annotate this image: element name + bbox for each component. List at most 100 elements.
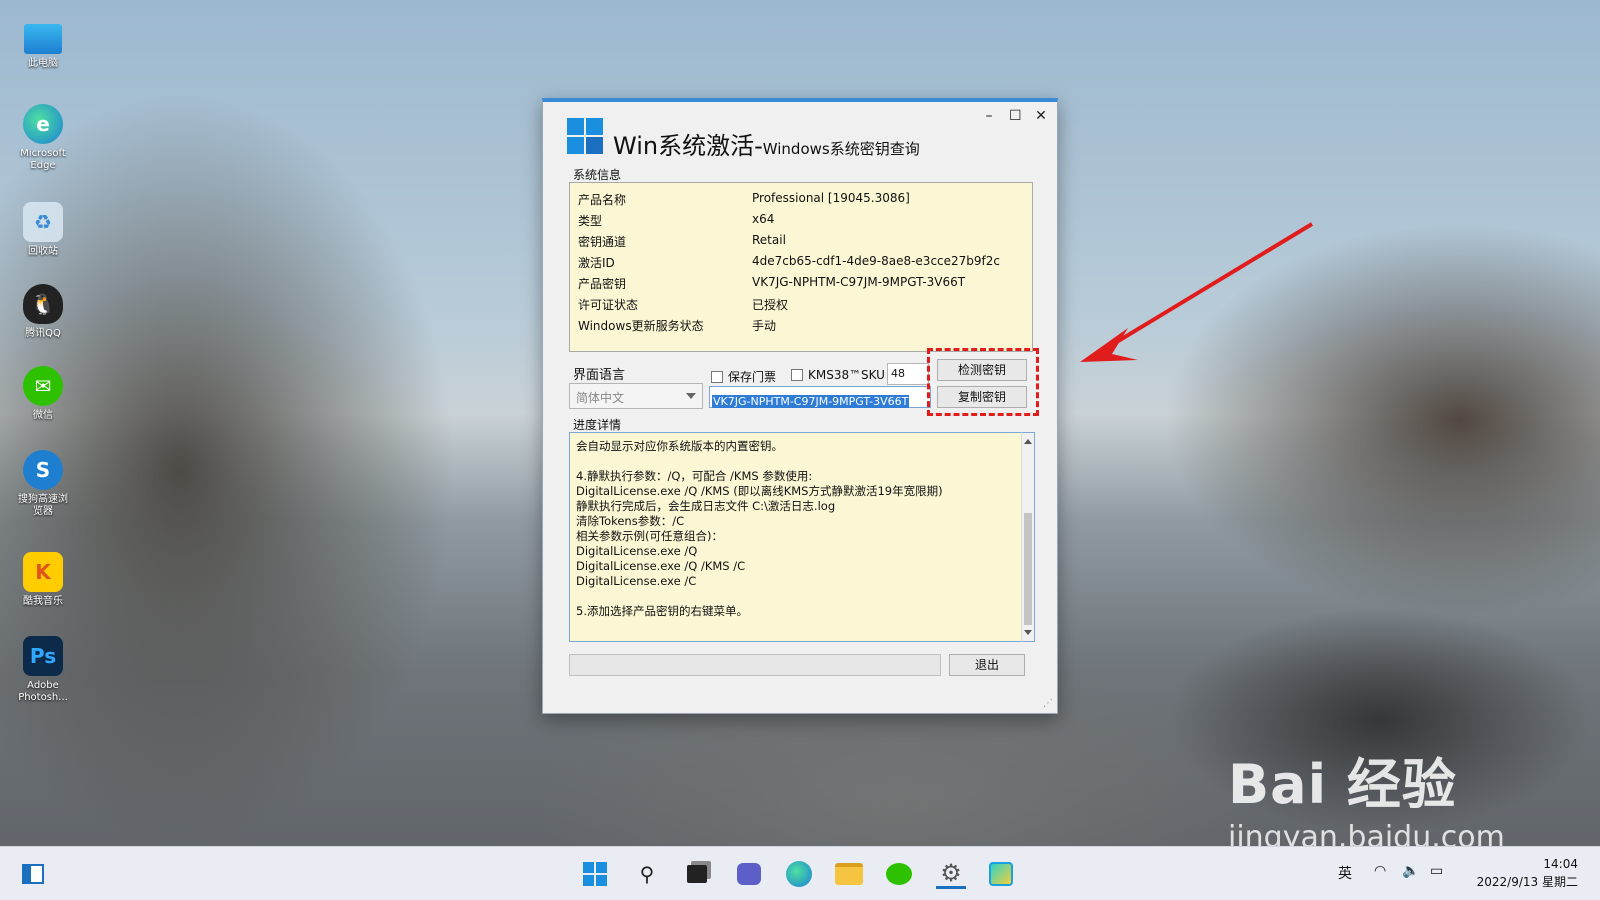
volume-icon[interactable]: 🔈 <box>1402 863 1419 879</box>
keep-ticket-checkbox[interactable]: 保存门票 <box>711 368 776 385</box>
file-explorer-icon[interactable] <box>834 859 864 889</box>
red-dashed-highlight <box>927 348 1039 416</box>
info-row: 产品密钥 VK7JG-NPHTM-C97JM-9MPGT-3V66T <box>578 275 965 292</box>
checkbox-box <box>711 370 723 383</box>
red-arrow-annotation <box>1080 222 1314 362</box>
monitor-icon <box>24 24 62 54</box>
language-select[interactable]: 简体中文 <box>569 383 703 409</box>
keep-ticket-label: 保存门票 <box>728 370 777 384</box>
desktop-icon-label: 搜狗高速浏览器 <box>18 494 68 517</box>
details-line: 4.静默执行参数：/Q，可配合 /KMS 参数使用: <box>576 469 813 483</box>
desktop-icon-label: Adobe Photosh... <box>18 680 68 703</box>
kms38-label: KMS38™ <box>808 368 862 382</box>
desktop-icon-label: 酷我音乐 <box>23 596 63 607</box>
language-label: 界面语言 <box>573 368 626 383</box>
details-line: 清除Tokens参数：/C <box>576 514 685 528</box>
taskbar: ⚲ ⚙ 英 ◠ 🔈 ▭ 14:04 2022/9/13 星期二 <box>0 846 1600 900</box>
info-key: 类型 <box>578 214 603 228</box>
info-value: 4de7cb65-cdf1-4de9-8ae8-e3cce27b9f2c <box>752 254 1000 268</box>
clock-date: 2022/9/13 星期二 <box>1476 875 1578 889</box>
system-info-label: 系统信息 <box>573 168 622 182</box>
task-view-icon[interactable] <box>682 859 712 889</box>
progress-bar <box>569 654 941 676</box>
start-icon[interactable] <box>580 859 610 889</box>
sku-input[interactable]: 48 <box>887 363 929 385</box>
window-controls: – ☐ ✕ <box>983 108 1047 124</box>
desktop-icon-label: 腾讯QQ <box>25 328 61 339</box>
sku-label: SKU <box>861 368 885 382</box>
desktop-icon-wechat[interactable]: ✉ 微信 <box>14 366 72 422</box>
details-scrollbar[interactable] <box>1021 432 1035 642</box>
desktop-icon-label: 回收站 <box>28 246 58 257</box>
clock-time: 14:04 <box>1543 857 1578 871</box>
desktop-icon-sogou[interactable]: S 搜狗高速浏览器 <box>14 450 72 518</box>
windows-logo-icon <box>567 118 603 154</box>
activation-window: – ☐ ✕ Win系统激活-Windows系统密钥查询 系统信息 产品名称 Pro… <box>542 98 1058 714</box>
scroll-down-arrow-icon[interactable] <box>1024 630 1032 635</box>
wechat-icon: ✉ <box>23 366 63 406</box>
details-line: 静默执行完成后，会生成日志文件 C:\激活日志.log <box>576 499 836 513</box>
recycle-bin-icon: ♻ <box>23 202 63 242</box>
info-row: 激活ID 4de7cb65-cdf1-4de9-8ae8-e3cce27b9f2c <box>578 254 1000 271</box>
chevron-down-icon <box>686 393 696 399</box>
details-line: DigitalLicense.exe /Q /KMS /C <box>576 559 746 573</box>
details-line: 会自动显示对应你系统版本的内置密钥。 <box>576 439 783 453</box>
settings-icon[interactable]: ⚙ <box>936 859 966 889</box>
details-line <box>576 454 1015 469</box>
desktop-icon-kuwo[interactable]: K 酷我音乐 <box>14 552 72 608</box>
details-label: 进度详情 <box>573 418 622 432</box>
info-value: 已授权 <box>752 298 789 312</box>
product-key-field[interactable]: VK7JG-NPHTM-C97JM-9MPGT-3V66T <box>709 386 931 408</box>
desktop-icon-recycle-bin[interactable]: ♻ 回收站 <box>14 202 72 258</box>
clock[interactable]: 14:04 2022/9/13 星期二 <box>1477 855 1578 891</box>
language-select-value: 简体中文 <box>576 391 625 405</box>
chat-icon[interactable] <box>734 859 764 889</box>
paint-icon[interactable] <box>986 859 1016 889</box>
system-info-panel: 产品名称 Professional [19045.3086] 类型 x64 密钥通道… <box>569 182 1033 352</box>
minimize-button[interactable]: – <box>983 108 995 124</box>
app-title: Win系统激活-Windows系统密钥查询 <box>613 126 920 161</box>
kms38-checkbox[interactable]: KMS38™ <box>791 368 861 382</box>
search-icon[interactable]: ⚲ <box>632 859 662 889</box>
desktop-icon-edge[interactable]: e Microsoft Edge <box>14 104 72 172</box>
info-row: 产品名称 Professional [19045.3086] <box>578 191 910 208</box>
widgets-icon[interactable] <box>18 859 48 889</box>
sogou-browser-icon: S <box>23 450 63 490</box>
product-key-selected-text: VK7JG-NPHTM-C97JM-9MPGT-3V66T <box>712 395 910 408</box>
info-row: 密钥通道 Retail <box>578 233 786 250</box>
info-key: 激活ID <box>578 256 615 270</box>
battery-icon[interactable]: ▭ <box>1430 863 1443 879</box>
info-key: Windows更新服务状态 <box>578 319 704 333</box>
info-value: VK7JG-NPHTM-C97JM-9MPGT-3V66T <box>752 275 966 289</box>
resize-grip-icon[interactable]: ⋰ <box>1043 698 1053 709</box>
edge-icon[interactable] <box>784 859 814 889</box>
kuwo-music-icon: K <box>23 552 63 592</box>
checkbox-box <box>791 369 803 381</box>
scroll-thumb[interactable] <box>1024 513 1032 625</box>
ime-indicator[interactable]: 英 <box>1338 863 1352 883</box>
info-value: x64 <box>752 212 775 226</box>
wifi-icon[interactable]: ◠ <box>1374 863 1386 879</box>
info-row: 类型 x64 <box>578 212 774 229</box>
wechat-icon[interactable] <box>884 859 914 889</box>
info-value: 手动 <box>752 319 777 333</box>
maximize-button[interactable]: ☐ <box>1009 108 1022 124</box>
desktop-icon-photoshop[interactable]: Ps Adobe Photosh... <box>14 636 72 704</box>
info-key: 产品名称 <box>578 193 627 207</box>
desktop-icon-qq[interactable]: 🐧 腾讯QQ <box>14 284 72 340</box>
app-title-main: Win系统激活- <box>613 132 763 160</box>
edge-icon: e <box>23 104 63 144</box>
close-button[interactable]: ✕ <box>1035 108 1047 124</box>
exit-button[interactable]: 退出 <box>949 654 1025 676</box>
details-textarea[interactable]: 会自动显示对应你系统版本的内置密钥。 4.静默执行参数：/Q，可配合 /KMS … <box>569 432 1021 642</box>
scroll-up-arrow-icon[interactable] <box>1024 439 1032 444</box>
info-value: Retail <box>752 233 786 247</box>
details-line <box>576 589 1015 604</box>
photoshop-icon: Ps <box>23 636 63 676</box>
info-row: 许可证状态 已授权 <box>578 296 788 313</box>
app-title-sub: Windows系统密钥查询 <box>762 140 920 158</box>
details-line: 5.添加选择产品密钥的右键菜单。 <box>576 604 748 618</box>
desktop-icon-this-pc[interactable]: 此电脑 <box>14 24 72 70</box>
baidu-watermark: Bai 经验 <box>1228 753 1457 816</box>
details-line: 相关参数示例(可任意组合)： <box>576 529 723 543</box>
